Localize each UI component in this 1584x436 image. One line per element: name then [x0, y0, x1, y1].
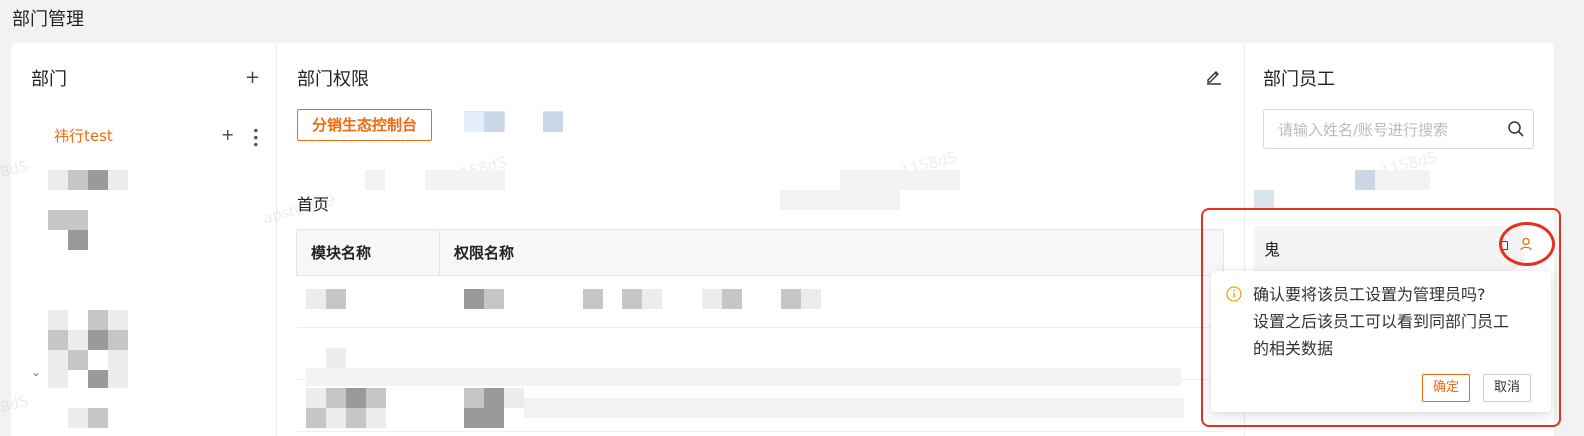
- more-options-icon[interactable]: •••: [248, 127, 262, 148]
- redacted-block: [702, 289, 722, 309]
- redacted-block: [464, 408, 484, 428]
- redacted-block: [346, 388, 366, 408]
- redacted-block: [583, 289, 603, 309]
- page-title: 部门管理: [12, 9, 84, 30]
- redacted-block: [1254, 190, 1274, 210]
- staff-search-input[interactable]: [1278, 118, 1498, 142]
- table-row: [296, 275, 1224, 328]
- redacted-block: [504, 388, 524, 408]
- redacted-block: [48, 350, 68, 370]
- redacted-block: [484, 112, 504, 132]
- department-panel-title: 部门: [31, 69, 67, 90]
- redacted-block: [306, 289, 326, 309]
- redacted-block: [68, 350, 88, 370]
- table-cell: [439, 275, 1224, 328]
- redacted-block: [1355, 170, 1375, 190]
- redacted-block: [68, 230, 88, 250]
- redacted-block: [68, 330, 88, 350]
- add-department-icon[interactable]: +: [245, 69, 260, 87]
- redacted-block: [326, 408, 346, 428]
- redacted-block: [366, 388, 386, 408]
- redacted-block: [306, 408, 326, 428]
- redacted-block: [801, 289, 821, 309]
- redacted-block: [365, 170, 385, 190]
- redacted-block: [48, 310, 68, 330]
- redacted-block: [484, 289, 504, 309]
- redacted-block: [68, 170, 88, 190]
- table-header-cell: 模块名称: [296, 229, 440, 276]
- redacted-block: [484, 388, 504, 408]
- redacted-block: [346, 408, 366, 428]
- redacted-block: [366, 408, 386, 428]
- redacted-block: [326, 348, 346, 368]
- redacted-block: [108, 310, 128, 330]
- redacted-block: [68, 408, 88, 428]
- redacted-block: [108, 330, 128, 350]
- annotation-highlight-circle: [1499, 222, 1555, 266]
- redacted-block: [425, 170, 505, 190]
- redacted-block: [326, 388, 346, 408]
- staff-search-box: [1263, 109, 1534, 149]
- redacted-block: [306, 388, 326, 408]
- add-subdepartment-icon[interactable]: +: [221, 127, 234, 143]
- redacted-block: [108, 170, 128, 190]
- redacted-block: [326, 289, 346, 309]
- redacted-block: [306, 368, 1181, 386]
- redacted-block: [900, 170, 960, 190]
- redacted-block: [781, 289, 801, 309]
- redacted-block: [464, 112, 484, 132]
- redacted-block: [48, 370, 68, 388]
- redacted-block: [88, 170, 108, 190]
- staff-panel-title: 部门员工: [1263, 69, 1335, 90]
- module-section-label: 首页: [297, 195, 330, 214]
- redacted-block: [622, 289, 642, 309]
- redacted-block: [88, 330, 108, 350]
- redacted-block: [108, 350, 128, 370]
- redacted-block: [722, 289, 742, 309]
- table-header-row: 模块名称 权限名称: [296, 229, 1224, 276]
- redacted-block: [88, 310, 108, 330]
- redacted-block: [48, 330, 68, 350]
- tab-distribution-console[interactable]: 分销生态控制台: [297, 109, 433, 141]
- redacted-block: [524, 398, 1184, 418]
- redacted-block: [543, 112, 563, 132]
- department-item[interactable]: 祎行test: [54, 125, 113, 146]
- redacted-block: [88, 408, 108, 428]
- redacted-block: [464, 289, 484, 309]
- search-icon[interactable]: [1507, 120, 1525, 138]
- redacted-block: [1375, 170, 1430, 190]
- redacted-block: [48, 170, 68, 190]
- edit-icon[interactable]: [1205, 67, 1223, 85]
- redacted-block: [642, 289, 662, 309]
- redacted-block: [780, 190, 860, 210]
- redacted-block: [108, 370, 128, 388]
- table-header-cell: 权限名称: [439, 229, 1224, 276]
- redacted-block: [484, 408, 504, 428]
- permission-panel-title: 部门权限: [297, 69, 369, 90]
- redacted-block: [88, 370, 108, 388]
- redacted-block: [464, 388, 484, 408]
- redacted-block: [48, 210, 88, 230]
- chevron-expand-icon[interactable]: ⌄: [31, 365, 41, 379]
